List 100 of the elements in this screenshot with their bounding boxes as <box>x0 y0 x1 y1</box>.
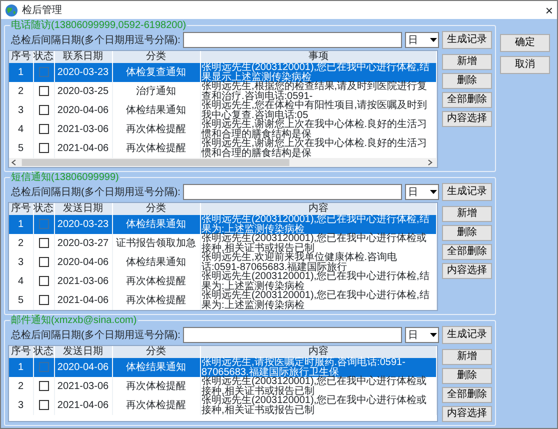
action-button[interactable]: 新增 <box>442 54 492 70</box>
status-checkbox[interactable] <box>38 86 48 96</box>
table-cell: 体检结果通知 <box>112 215 200 234</box>
table-cell: 2020-04-06 <box>54 253 112 272</box>
table-cell: 张明远先生,请按医嘱定时服药.咨询电话:0591-87065683.福建国际旅行卫生保 <box>200 358 436 377</box>
action-button[interactable]: 全部删除 <box>442 244 492 260</box>
action-button[interactable]: 内容选择 <box>442 263 492 279</box>
table-cell: 2020-03-23 <box>54 215 112 234</box>
action-button[interactable]: 新增 <box>442 349 492 365</box>
status-checkbox[interactable] <box>38 276 48 286</box>
table-cell: 张明远先生,谢谢您上次在我中心体检.良好的生活习惯和合理的膳食结构是保 <box>200 120 436 139</box>
table-row[interactable]: 1 2020-03-23 体检结果通知 张明远先生(2003120001),您已在我中心进行体检,结果为:上述监测传染病检 <box>9 215 436 234</box>
dialog-button[interactable]: 取消 <box>500 56 550 74</box>
table-cell: 张明远先生,根据您的检查结果,请及时到医院进行复查和治疗.咨询电话:0591- <box>200 82 436 101</box>
table-row[interactable]: 2 2020-03-27 证书报告领取加急 张明远先生(2003120001),您已在我中心进行体检或接种,相关证书或报告已制 <box>9 234 436 253</box>
table-cell: 治疗通知 <box>112 82 200 101</box>
table-cell: 3 <box>9 396 33 415</box>
dialog-button[interactable]: 确定 <box>500 34 550 52</box>
column-header: 序号 <box>9 203 33 215</box>
table-cell: 1 <box>9 358 33 377</box>
table-cell: 2021-03-06 <box>54 120 112 139</box>
unit-dropdown[interactable]: 日 <box>405 327 439 343</box>
status-checkbox[interactable] <box>38 238 48 248</box>
globe-icon <box>5 4 18 16</box>
status-checkbox[interactable] <box>38 105 48 116</box>
table-row[interactable]: 5 2021-04-06 再次体检提醒 张明远先生(2003120001),您已在我中心进行体检,结果为:上述监测传染病检 <box>9 291 436 310</box>
table-cell: 2 <box>9 234 33 253</box>
table-row[interactable]: 2 2021-03-06 再次体检提醒 张明远先生(2003120001),您已在我中心进行体检或接种,相关证书或报告已制 <box>9 377 436 396</box>
table-row[interactable]: 4 2021-03-06 再次体检提醒 张明远先生,谢谢您上次在我中心体检.良好的生活习惯和合理的膳食结构是保 <box>9 120 436 139</box>
table-cell: 再次体检提醒 <box>112 291 200 310</box>
table-cell: 2021-03-06 <box>54 272 112 291</box>
status-checkbox[interactable] <box>38 362 48 372</box>
action-button[interactable]: 新增 <box>442 206 492 222</box>
table-cell: 2020-03-23 <box>54 63 112 82</box>
table-row[interactable]: 3 2021-04-06 再次体检提醒 张明远先生(2003120001),您已在我中心进行体检或接种,相关证书或报告已制 <box>9 396 436 415</box>
status-checkbox[interactable] <box>38 67 48 78</box>
status-checkbox[interactable] <box>38 124 48 134</box>
table-cell: 体检复查通知 <box>112 63 200 82</box>
table-cell: 证书报告领取加急 <box>112 234 200 253</box>
table-cell: 3 <box>9 101 33 120</box>
unit-dropdown[interactable]: 日 <box>405 32 439 48</box>
table-row[interactable]: 3 2020-04-06 体检结果通知 张明远先生,您在体检中有阳性项目,请按医嘱及时到我中心复查.咨询电话:05 <box>9 101 436 120</box>
generate-button[interactable]: 生成记录 <box>442 326 492 344</box>
status-checkbox[interactable] <box>38 143 48 154</box>
close-button[interactable]: × <box>545 4 553 16</box>
table-cell: 再次体检提醒 <box>112 396 200 415</box>
action-button[interactable]: 全部删除 <box>442 92 492 108</box>
action-button[interactable]: 删除 <box>442 73 492 89</box>
status-checkbox[interactable] <box>38 400 48 410</box>
table-cell: 4 <box>9 120 33 139</box>
table-cell: 张明远先生(2003120001),您已在我中心进行体检,结果为:上述监测传染病检 <box>200 291 436 310</box>
table-cell: 2020-04-06 <box>54 101 112 120</box>
unit-dropdown[interactable]: 日 <box>405 184 439 200</box>
table-cell: 2 <box>9 82 33 101</box>
table-cell: 张明远先生(2003120001),您已在我中心进行体检,结果为:上述监测传染病检 <box>200 272 436 291</box>
table-cell: 4 <box>9 272 33 291</box>
status-checkbox[interactable] <box>38 381 48 392</box>
column-header: 状态 <box>33 346 54 358</box>
action-button[interactable]: 删除 <box>442 368 492 384</box>
group-title: 电话随访(13806099999,0592-6198200) <box>10 20 188 31</box>
caret-icon[interactable] <box>430 190 437 194</box>
table-cell: 1 <box>9 63 33 82</box>
status-checkbox[interactable] <box>38 295 48 306</box>
action-button[interactable]: 内容选择 <box>442 406 492 422</box>
table-row[interactable]: 1 2020-04-06 体检结果通知 张明远先生,请按医嘱定时服药.咨询电话:0591-87065683.福建国际旅行卫生保 <box>9 358 436 377</box>
caret-icon[interactable] <box>430 333 437 337</box>
column-header: 分类 <box>112 346 200 358</box>
table-cell: 再次体检提醒 <box>112 120 200 139</box>
column-header: 发送日期 <box>54 346 112 358</box>
table-cell: 张明远先生,您在体检中有阳性项目,请按医嘱及时到我中心复查.咨询电话:05 <box>200 101 436 120</box>
table-cell: 3 <box>9 253 33 272</box>
horizontal-scrollbar[interactable] <box>9 158 437 167</box>
column-header: 发送日期 <box>54 203 112 215</box>
caret-icon[interactable] <box>430 38 437 42</box>
column-header: 内容 <box>200 203 436 215</box>
interval-label: 总检后间隔日期(多个日期用逗号分隔): <box>10 186 180 200</box>
status-checkbox[interactable] <box>38 219 48 230</box>
action-button[interactable]: 内容选择 <box>442 111 492 127</box>
table-cell: 张明远先生(2003120001),您已在我中心进行体检或接种,相关证书或报告已制 <box>200 377 436 396</box>
table-cell: 2 <box>9 377 33 396</box>
generate-button[interactable]: 生成记录 <box>442 31 492 49</box>
generate-button[interactable]: 生成记录 <box>442 183 492 201</box>
table-cell: 1 <box>9 215 33 234</box>
table-row[interactable]: 3 2020-04-06 体检结果通知 张明远先生,欢迎前来我单位健康体检.咨询电话:0591-87065683.福建国际旅行 <box>9 253 436 272</box>
interval-field[interactable] <box>183 184 402 200</box>
table-row[interactable]: 2 2020-03-25 治疗通知 张明远先生,根据您的检查结果,请及时到医院进行复查和治疗.咨询电话:0591- <box>9 82 436 101</box>
action-button[interactable]: 全部删除 <box>442 387 492 403</box>
column-header: 序号 <box>9 346 33 358</box>
interval-field[interactable] <box>183 327 402 343</box>
action-button[interactable]: 删除 <box>442 225 492 241</box>
table-row[interactable]: 1 2020-03-23 体检复查通知 张明远先生(2003120001),您已在我中心进行体检,结果显示上述监测传染病检 <box>9 63 436 82</box>
column-header: 分类 <box>112 203 200 215</box>
table-cell: 2020-03-27 <box>54 234 112 253</box>
table-cell: 体检结果通知 <box>112 101 200 120</box>
status-checkbox[interactable] <box>38 257 48 268</box>
interval-label: 总检后间隔日期(多个日期用逗号分隔): <box>10 34 180 48</box>
group-title: 短信通知(13806099999) <box>10 172 120 183</box>
table-row[interactable]: 4 2021-03-06 再次体检提醒 张明远先生(2003120001),您已在我中心进行体检,结果为:上述监测传染病检 <box>9 272 436 291</box>
interval-field[interactable] <box>183 32 402 48</box>
table-cell: 体检结果通知 <box>112 253 200 272</box>
